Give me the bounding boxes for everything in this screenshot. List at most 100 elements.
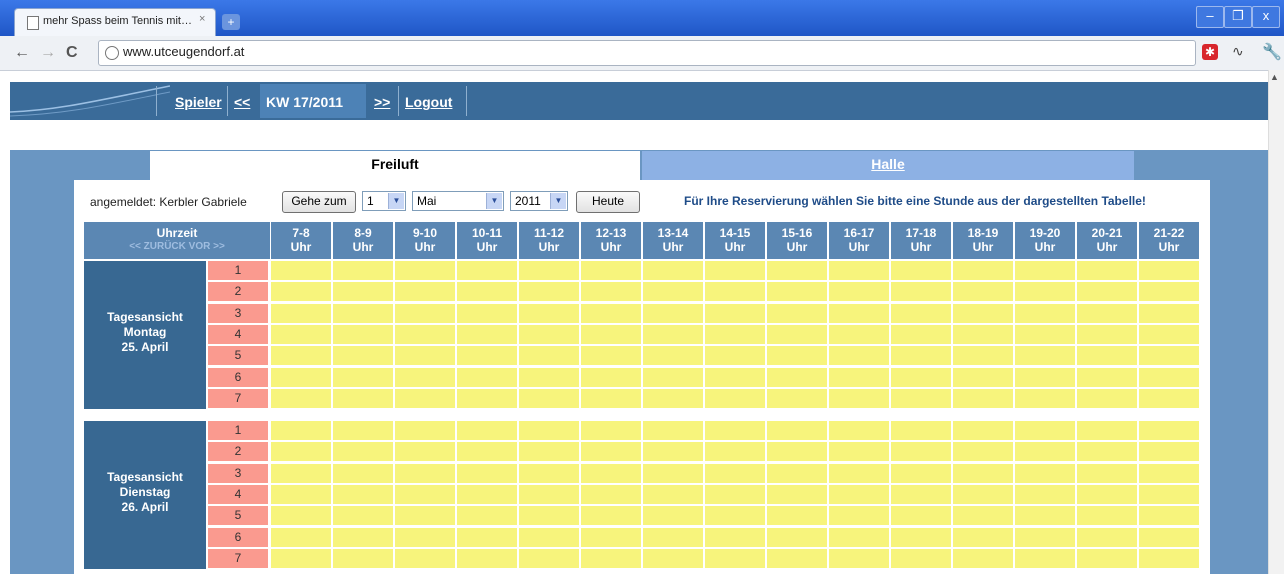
back-arrow-icon[interactable]: ← [14, 44, 30, 62]
reservation-slot[interactable] [457, 464, 517, 483]
reservation-slot[interactable] [705, 389, 765, 408]
reservation-slot[interactable] [395, 421, 455, 440]
reservation-slot[interactable] [1077, 389, 1137, 408]
reservation-slot[interactable] [1139, 464, 1199, 483]
close-window-button[interactable]: x [1252, 6, 1280, 28]
reservation-slot[interactable] [581, 506, 641, 525]
reservation-slot[interactable] [519, 442, 579, 461]
reservation-slot[interactable] [829, 485, 889, 504]
reservation-slot[interactable] [643, 325, 703, 344]
reservation-slot[interactable] [1015, 442, 1075, 461]
next-week-link[interactable]: >> [374, 94, 390, 110]
tab-halle[interactable]: Halle [642, 151, 1134, 180]
reservation-slot[interactable] [705, 421, 765, 440]
goto-date-button[interactable]: Gehe zum [282, 191, 356, 213]
reservation-slot[interactable] [891, 485, 951, 504]
reservation-slot[interactable] [581, 304, 641, 323]
reservation-slot[interactable] [953, 464, 1013, 483]
reservation-slot[interactable] [519, 368, 579, 387]
reservation-slot[interactable] [767, 528, 827, 547]
reservation-slot[interactable] [705, 464, 765, 483]
reservation-slot[interactable] [333, 282, 393, 301]
reservation-slot[interactable] [767, 368, 827, 387]
reservation-slot[interactable] [271, 368, 331, 387]
reservation-slot[interactable] [271, 464, 331, 483]
reservation-slot[interactable] [767, 485, 827, 504]
reservation-slot[interactable] [829, 528, 889, 547]
reservation-slot[interactable] [1015, 304, 1075, 323]
reservation-slot[interactable] [457, 442, 517, 461]
reservation-slot[interactable] [829, 421, 889, 440]
reservation-slot[interactable] [953, 421, 1013, 440]
reservation-slot[interactable] [891, 389, 951, 408]
reservation-slot[interactable] [581, 549, 641, 568]
reservation-slot[interactable] [953, 346, 1013, 365]
spieler-link[interactable]: Spieler [175, 94, 222, 110]
reservation-slot[interactable] [581, 261, 641, 280]
reservation-slot[interactable] [581, 442, 641, 461]
reservation-slot[interactable] [333, 304, 393, 323]
reservation-slot[interactable] [1077, 325, 1137, 344]
reservation-slot[interactable] [395, 528, 455, 547]
reservation-slot[interactable] [891, 506, 951, 525]
reservation-slot[interactable] [767, 325, 827, 344]
reservation-slot[interactable] [395, 506, 455, 525]
reservation-slot[interactable] [581, 325, 641, 344]
reservation-slot[interactable] [1077, 304, 1137, 323]
forward-arrow-icon[interactable]: → [40, 44, 56, 62]
reservation-slot[interactable] [457, 346, 517, 365]
reservation-slot[interactable] [705, 485, 765, 504]
reservation-slot[interactable] [1139, 368, 1199, 387]
reservation-slot[interactable] [581, 368, 641, 387]
reservation-slot[interactable] [1139, 421, 1199, 440]
reservation-slot[interactable] [1077, 261, 1137, 280]
reservation-slot[interactable] [581, 389, 641, 408]
reservation-slot[interactable] [767, 261, 827, 280]
reservation-slot[interactable] [643, 304, 703, 323]
reservation-slot[interactable] [705, 549, 765, 568]
reservation-slot[interactable] [271, 261, 331, 280]
reservation-slot[interactable] [705, 346, 765, 365]
reservation-slot[interactable] [271, 325, 331, 344]
reservation-slot[interactable] [891, 325, 951, 344]
reservation-slot[interactable] [891, 442, 951, 461]
reservation-slot[interactable] [1015, 485, 1075, 504]
reservation-slot[interactable] [953, 442, 1013, 461]
reservation-slot[interactable] [1139, 325, 1199, 344]
reservation-slot[interactable] [581, 346, 641, 365]
reservation-slot[interactable] [643, 528, 703, 547]
reservation-slot[interactable] [457, 421, 517, 440]
reservation-slot[interactable] [767, 389, 827, 408]
reservation-slot[interactable] [891, 346, 951, 365]
reservation-slot[interactable] [1015, 464, 1075, 483]
reservation-slot[interactable] [1139, 261, 1199, 280]
reservation-slot[interactable] [953, 506, 1013, 525]
reservation-slot[interactable] [891, 304, 951, 323]
reservation-slot[interactable] [1077, 368, 1137, 387]
reservation-slot[interactable] [1015, 389, 1075, 408]
reservation-slot[interactable] [953, 528, 1013, 547]
reservation-slot[interactable] [953, 368, 1013, 387]
browser-tab[interactable]: mehr Spass beim Tennis mit… × [14, 8, 216, 37]
today-button[interactable]: Heute [576, 191, 640, 213]
reservation-slot[interactable] [519, 346, 579, 365]
reservation-slot[interactable] [271, 304, 331, 323]
reservation-slot[interactable] [395, 346, 455, 365]
reservation-slot[interactable] [271, 485, 331, 504]
reservation-slot[interactable] [953, 261, 1013, 280]
reservation-slot[interactable] [1015, 368, 1075, 387]
reservation-slot[interactable] [767, 464, 827, 483]
tab-freiluft[interactable]: Freiluft [150, 151, 640, 180]
reservation-slot[interactable] [643, 282, 703, 301]
reservation-slot[interactable] [395, 282, 455, 301]
reservation-slot[interactable] [1139, 485, 1199, 504]
reservation-slot[interactable] [767, 549, 827, 568]
reservation-slot[interactable] [333, 325, 393, 344]
reservation-slot[interactable] [395, 485, 455, 504]
reservation-slot[interactable] [767, 346, 827, 365]
reservation-slot[interactable] [395, 304, 455, 323]
reservation-slot[interactable] [1139, 389, 1199, 408]
reservation-slot[interactable] [457, 485, 517, 504]
reservation-slot[interactable] [333, 346, 393, 365]
reservation-slot[interactable] [519, 506, 579, 525]
